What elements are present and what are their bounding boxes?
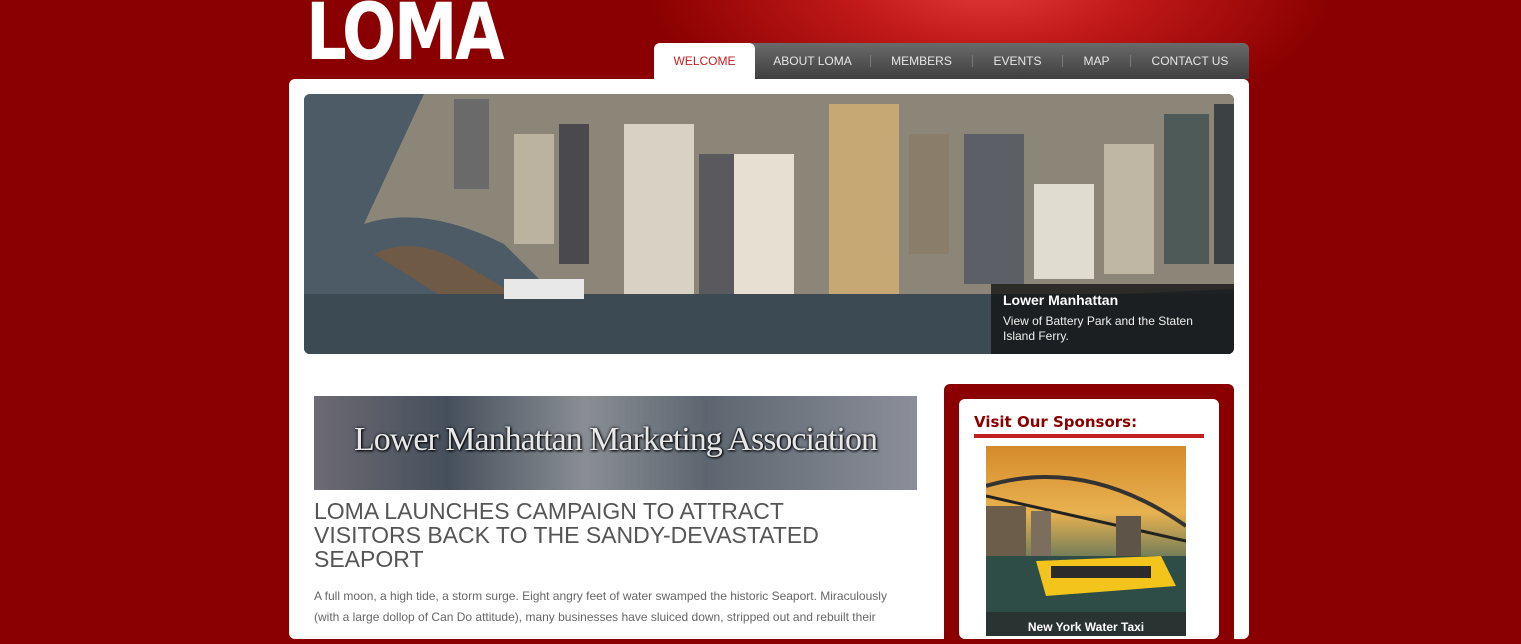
nav-map[interactable]: MAP bbox=[1063, 43, 1130, 79]
nav-contact-us[interactable]: CONTACT US bbox=[1131, 43, 1249, 79]
site-logo[interactable]: LOMA bbox=[306, 0, 505, 72]
nav-about-loma[interactable]: ABOUT LOMA bbox=[755, 43, 870, 79]
sponsor-caption: New York Water Taxi bbox=[986, 612, 1186, 636]
nav-members[interactable]: MEMBERS bbox=[871, 43, 972, 79]
hero-caption-text: View of Battery Park and the Staten Isla… bbox=[1003, 314, 1193, 343]
sponsor-box: Visit Our Sponsors: New York Water Taxi bbox=[944, 384, 1234, 644]
banner-text: Lower Manhattan Marketing Association bbox=[354, 421, 878, 458]
sponsor-image[interactable]: New York Water Taxi bbox=[986, 446, 1186, 636]
sponsor-card: Visit Our Sponsors: New York Water Taxi bbox=[959, 399, 1219, 639]
sponsor-divider bbox=[974, 434, 1204, 438]
water-taxi-icon bbox=[986, 475, 1186, 636]
association-banner: Lower Manhattan Marketing Association bbox=[314, 396, 917, 490]
nav-events[interactable]: EVENTS bbox=[973, 43, 1062, 79]
sponsor-title: Visit Our Sponsors: bbox=[974, 413, 1138, 431]
hero-caption: Lower Manhattan View of Battery Park and… bbox=[991, 284, 1234, 354]
main-nav: WELCOME ABOUT LOMA MEMBERS EVENTS MAP CO… bbox=[654, 43, 1249, 79]
hero-caption-title: Lower Manhattan bbox=[1003, 292, 1119, 308]
content-panel: Lower Manhattan View of Battery Park and… bbox=[289, 79, 1249, 644]
article-body: A full moon, a high tide, a storm surge.… bbox=[314, 589, 887, 624]
article-headline[interactable]: LOMA LAUNCHES CAMPAIGN TO ATTRACT VISITO… bbox=[314, 499, 874, 571]
nav-welcome[interactable]: WELCOME bbox=[654, 43, 755, 79]
hero-slideshow[interactable]: Lower Manhattan View of Battery Park and… bbox=[304, 94, 1234, 354]
